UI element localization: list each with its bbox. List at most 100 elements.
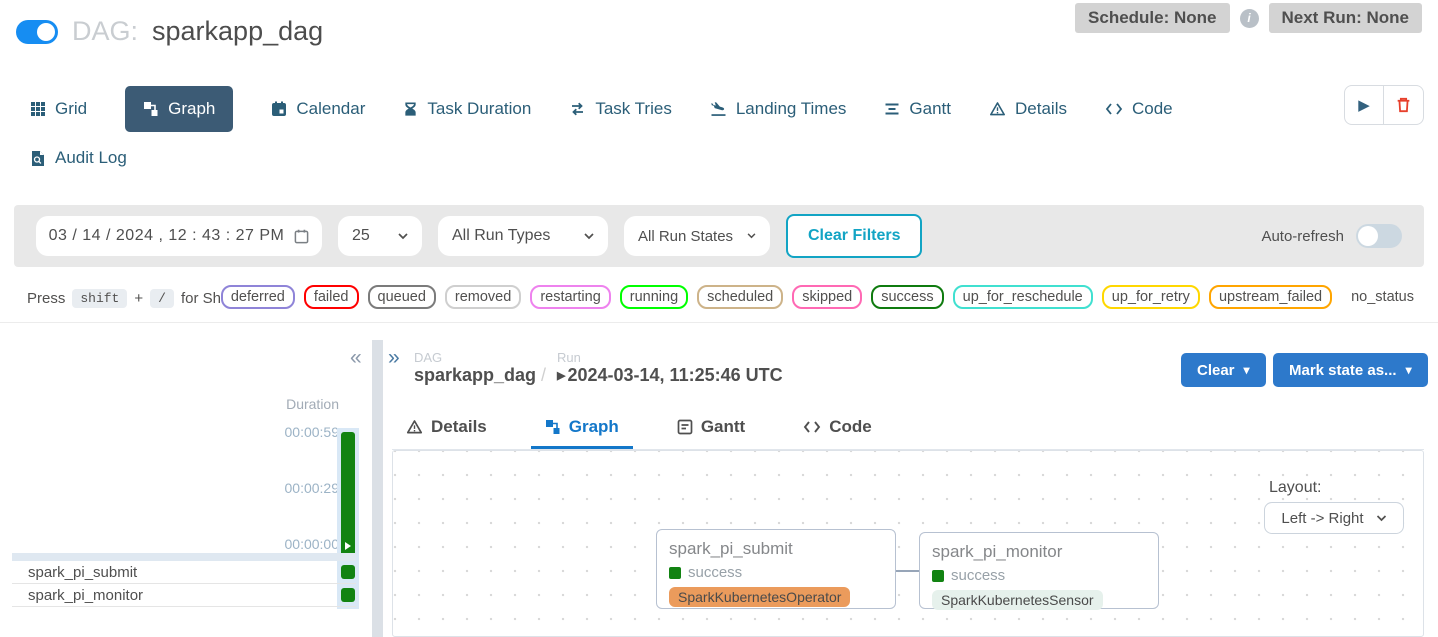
node-status: success — [669, 564, 883, 581]
task-row-spark-pi-submit[interactable]: spark_pi_submit — [12, 561, 356, 584]
repeat-icon — [569, 101, 586, 117]
subtab-gantt[interactable]: Gantt — [663, 408, 759, 449]
warning-triangle-icon — [989, 101, 1006, 117]
breadcrumb-separator: / — [541, 365, 546, 386]
clear-filters-button[interactable]: Clear Filters — [786, 214, 922, 258]
status-badge[interactable]: skipped — [792, 285, 862, 309]
status-badge[interactable]: deferred — [221, 285, 295, 309]
audit-log-icon — [30, 150, 46, 167]
tab-grid-label: Grid — [55, 99, 87, 119]
subtab-details[interactable]: Details — [392, 408, 501, 449]
node-status: success — [932, 567, 1146, 584]
slash-key: / — [150, 289, 174, 308]
schedule-badge: Schedule: None — [1075, 3, 1229, 33]
status-badge[interactable]: queued — [368, 285, 436, 309]
dag-enabled-toggle[interactable] — [16, 20, 58, 44]
tab-grid[interactable]: Grid — [30, 99, 87, 119]
run-states-value: All Run States — [638, 228, 733, 245]
task-name[interactable]: spark_pi_monitor — [28, 587, 143, 604]
clear-run-button[interactable]: Clear ▾ — [1181, 353, 1266, 387]
tab-task-tries[interactable]: Task Tries — [569, 99, 672, 119]
node-title: spark_pi_monitor — [932, 542, 1146, 562]
mark-state-button[interactable]: Mark state as... ▾ — [1273, 353, 1428, 387]
tab-gantt[interactable]: Gantt — [884, 99, 951, 119]
task-row-spark-pi-monitor[interactable]: spark_pi_monitor — [12, 584, 356, 607]
gantt-chart-icon — [677, 419, 693, 435]
tab-audit-log-label: Audit Log — [55, 148, 127, 168]
collapse-panel-icon[interactable]: « — [350, 346, 362, 370]
tab-code[interactable]: Code — [1105, 99, 1173, 119]
shortcuts-text: Press — [27, 290, 65, 307]
layout-value: Left -> Right — [1281, 510, 1363, 527]
divider-line — [0, 322, 1438, 323]
auto-refresh-toggle[interactable] — [1356, 224, 1402, 248]
tab-gantt-label: Gantt — [909, 99, 951, 119]
info-icon[interactable]: i — [1240, 9, 1259, 28]
tab-details[interactable]: Details — [989, 99, 1067, 119]
chevron-down-icon — [1376, 515, 1387, 522]
run-duration-bar[interactable] — [341, 432, 355, 556]
status-badge[interactable]: up_for_retry — [1102, 285, 1200, 309]
status-badge[interactable]: up_for_reschedule — [953, 285, 1093, 309]
status-badge[interactable]: running — [620, 285, 688, 309]
subtab-details-label: Details — [431, 417, 487, 437]
duration-tick: 00:00:59 — [239, 424, 339, 440]
clear-run-label: Clear — [1197, 362, 1235, 379]
dag-label: DAG: — [72, 16, 138, 47]
trigger-dag-button[interactable]: ▶ — [1345, 86, 1384, 124]
subtab-code[interactable]: Code — [789, 408, 886, 449]
tab-landing-times[interactable]: Landing Times — [710, 99, 847, 119]
panel-divider[interactable] — [372, 340, 383, 637]
tab-calendar-label: Calendar — [296, 99, 365, 119]
tab-graph[interactable]: Graph — [125, 86, 233, 132]
run-datetime-input[interactable]: 03 / 14 / 2024 , 12 : 43 : 27 PM — [36, 216, 322, 256]
filter-bar: 03 / 14 / 2024 , 12 : 43 : 27 PM 25 All … — [14, 205, 1424, 267]
tab-calendar[interactable]: Calendar — [271, 99, 365, 119]
status-badge[interactable]: upstream_failed — [1209, 285, 1332, 309]
tab-audit-log[interactable]: Audit Log — [30, 148, 127, 168]
delete-dag-button[interactable] — [1384, 86, 1423, 124]
expand-panel-icon[interactable]: » — [388, 346, 400, 370]
subtab-graph[interactable]: Graph — [531, 408, 633, 449]
duration-tick: 00:00:29 — [239, 480, 339, 496]
node-title: spark_pi_submit — [669, 539, 883, 559]
run-timestamp: 2024-03-14, 11:25:46 UTC — [567, 365, 782, 385]
tab-task-duration-label: Task Duration — [427, 99, 531, 119]
tab-task-tries-label: Task Tries — [595, 99, 672, 119]
plane-landing-icon — [710, 101, 727, 117]
breadcrumb-run-value[interactable]: ▶2024-03-14, 11:25:46 UTC — [557, 365, 783, 386]
breadcrumb-dag-value[interactable]: sparkapp_dag — [414, 365, 536, 386]
subtab-graph-label: Graph — [569, 417, 619, 437]
page-size-select[interactable]: 25 — [338, 216, 422, 256]
status-badge[interactable]: restarting — [530, 285, 610, 309]
run-types-select[interactable]: All Run Types — [438, 216, 608, 256]
operator-badge: SparkKubernetesOperator — [669, 587, 850, 607]
status-badge[interactable]: scheduled — [697, 285, 783, 309]
run-states-select[interactable]: All Run States — [624, 216, 770, 256]
page-size-value: 25 — [352, 227, 370, 245]
status-badge[interactable]: removed — [445, 285, 521, 309]
task-name[interactable]: spark_pi_submit — [28, 564, 137, 581]
trash-icon — [1395, 96, 1412, 114]
node-state-label: success — [951, 567, 1005, 584]
graph-node-spark-pi-monitor[interactable]: spark_pi_monitor success SparkKubernetes… — [919, 532, 1159, 609]
tab-code-label: Code — [1132, 99, 1173, 119]
graph-canvas: Layout: Left -> Right spark_pi_submit su… — [392, 450, 1424, 637]
shift-key: shift — [72, 289, 127, 308]
dag-header: DAG: sparkapp_dag — [16, 16, 323, 47]
operator-badge: SparkKubernetesSensor — [932, 590, 1103, 610]
auto-refresh-control: Auto-refresh — [1261, 224, 1402, 248]
layout-select[interactable]: Left -> Right — [1264, 502, 1404, 534]
status-badge[interactable]: success — [871, 285, 943, 309]
task-instance-square[interactable] — [341, 588, 355, 602]
task-edge — [896, 570, 919, 572]
status-badge[interactable]: no_status — [1341, 285, 1424, 309]
play-icon: ▶ — [1358, 96, 1370, 114]
chevron-down-icon — [398, 233, 408, 240]
task-instance-square[interactable] — [341, 565, 355, 579]
grid-header-band — [12, 553, 356, 561]
tab-task-duration[interactable]: Task Duration — [403, 99, 531, 119]
status-badge[interactable]: failed — [304, 285, 359, 309]
dag-nav-tabs: Grid Graph Calendar Task Duration Task T… — [30, 85, 1173, 133]
graph-node-spark-pi-submit[interactable]: spark_pi_submit success SparkKubernetesO… — [656, 529, 896, 609]
